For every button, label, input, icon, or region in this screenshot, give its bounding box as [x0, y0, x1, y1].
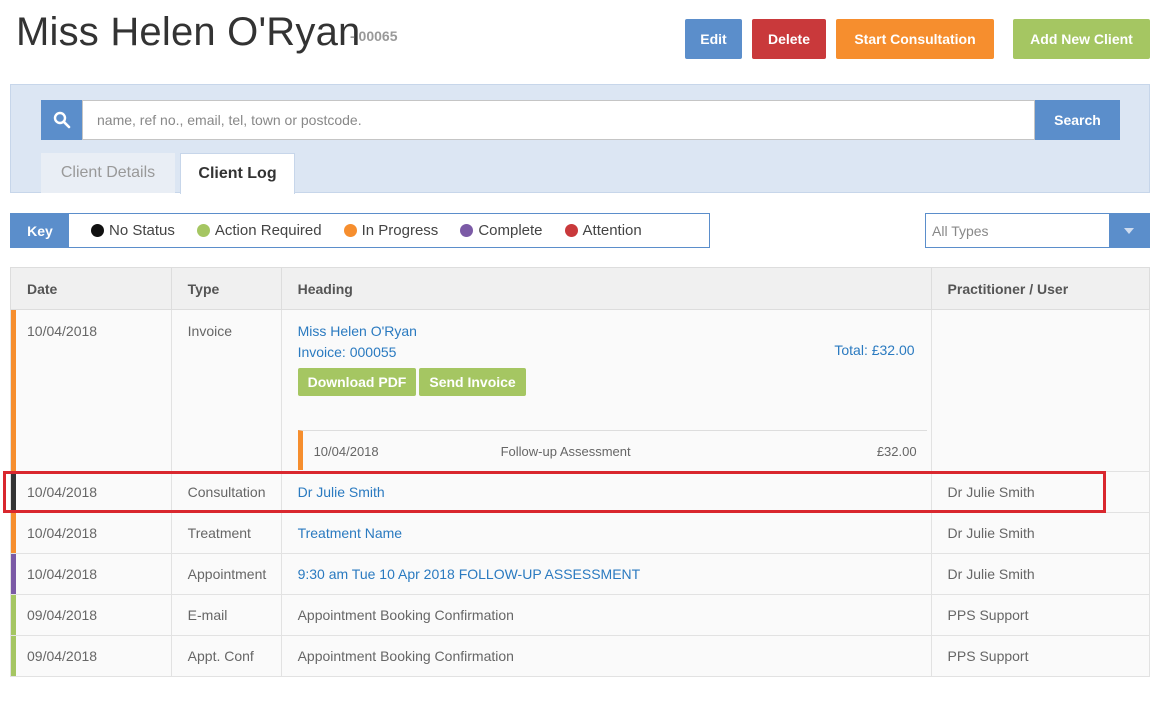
- key-item-attention: Attention: [564, 222, 642, 239]
- heading-link[interactable]: Dr Julie Smith: [298, 484, 385, 500]
- search-input[interactable]: [82, 100, 1035, 140]
- cell-date: 10/04/2018: [10, 471, 172, 513]
- column-header-type[interactable]: Type: [170, 267, 282, 310]
- key-item-label: In Progress: [361, 222, 439, 239]
- table-row[interactable]: 10/04/2018 Appointment 9:30 am Tue 10 Ap…: [10, 553, 1151, 595]
- cell-practitioner: PPS Support: [930, 635, 1151, 677]
- date-text: 10/04/2018: [27, 566, 98, 582]
- heading-link[interactable]: Treatment Name: [298, 525, 403, 541]
- cell-heading: Miss Helen O'Ryan Invoice: 000055 Total:…: [280, 309, 932, 472]
- cell-heading: Appointment Booking Confirmation: [280, 594, 932, 636]
- status-dot-icon: [460, 224, 474, 237]
- search-panel: Search Client Details Client Log: [10, 84, 1150, 194]
- cell-practitioner: Dr Julie Smith: [930, 553, 1151, 595]
- key-item-in-progress: In Progress: [343, 222, 439, 239]
- status-key: Key No Status Action Required In Progres…: [10, 213, 710, 248]
- cell-practitioner: [930, 309, 1151, 472]
- edit-button[interactable]: Edit: [685, 19, 742, 59]
- key-item-no-status: No Status: [91, 222, 175, 239]
- cell-type: Invoice: [170, 309, 282, 472]
- table-header-row: Date Type Heading Practitioner / User: [10, 267, 1151, 310]
- tab-client-log[interactable]: Client Log: [180, 153, 295, 194]
- cell-date: 09/04/2018: [10, 594, 172, 636]
- date-text: 10/04/2018: [27, 484, 98, 500]
- column-header-practitioner[interactable]: Practitioner / User: [930, 267, 1151, 310]
- client-ref-number: - 00065: [350, 28, 398, 44]
- status-bar: [11, 472, 16, 512]
- table-row[interactable]: 09/04/2018 Appt. Conf Appointment Bookin…: [10, 635, 1151, 677]
- send-invoice-button[interactable]: Send Invoice: [419, 368, 526, 396]
- column-header-heading[interactable]: Heading: [280, 267, 932, 310]
- cell-heading: Appointment Booking Confirmation: [280, 635, 932, 677]
- delete-button[interactable]: Delete: [752, 19, 826, 59]
- tab-client-details[interactable]: Client Details: [41, 153, 175, 193]
- key-item-label: Attention: [582, 222, 642, 239]
- key-item-complete: Complete: [460, 222, 543, 239]
- status-dot-icon: [343, 224, 357, 237]
- cell-practitioner: PPS Support: [930, 594, 1151, 636]
- key-item-label: No Status: [109, 222, 175, 239]
- cell-practitioner: Dr Julie Smith: [930, 471, 1151, 513]
- client-log-table: Date Type Heading Practitioner / User 10…: [10, 267, 1151, 677]
- type-filter-select[interactable]: All Types: [925, 213, 1150, 248]
- key-label: Key: [11, 214, 69, 247]
- key-item-action-required: Action Required: [196, 222, 322, 239]
- invoice-total: Total: £32.00: [834, 342, 915, 358]
- download-pdf-button[interactable]: Download PDF: [297, 368, 417, 396]
- column-header-date[interactable]: Date: [10, 267, 172, 310]
- date-text: 10/04/2018: [27, 323, 98, 339]
- invoice-line-item: 10/04/2018 Follow-up Assessment £32.00: [297, 430, 927, 470]
- cell-heading: Treatment Name: [280, 512, 932, 554]
- date-text: 09/04/2018: [27, 607, 98, 623]
- cell-type: E-mail: [170, 594, 282, 636]
- line-amount: £32.00: [876, 444, 917, 459]
- status-bar: [11, 636, 16, 676]
- line-date: 10/04/2018: [313, 444, 379, 459]
- start-consultation-button[interactable]: Start Consultation: [836, 19, 994, 59]
- cell-date: 10/04/2018: [10, 512, 172, 554]
- cell-practitioner: Dr Julie Smith: [930, 512, 1151, 554]
- date-text: 09/04/2018: [27, 648, 98, 664]
- type-filter-value: All Types: [932, 223, 989, 239]
- status-dot-icon: [564, 224, 578, 237]
- cell-date: 09/04/2018: [10, 635, 172, 677]
- status-dot-icon: [91, 224, 104, 237]
- status-bar: [11, 310, 16, 471]
- table-row[interactable]: 10/04/2018 Treatment Treatment Name Dr J…: [10, 512, 1151, 554]
- search-button[interactable]: Search: [1035, 100, 1120, 140]
- add-new-client-button[interactable]: Add New Client: [1013, 19, 1150, 59]
- page-title: Miss Helen O'Ryan: [16, 10, 361, 54]
- heading-link[interactable]: 9:30 am Tue 10 Apr 2018 FOLLOW-UP ASSESS…: [298, 566, 641, 582]
- status-bar: [11, 554, 16, 594]
- table-row[interactable]: 09/04/2018 E-mail Appointment Booking Co…: [10, 594, 1151, 636]
- status-bar: [11, 595, 16, 635]
- cell-type: Treatment: [170, 512, 282, 554]
- cell-type: Appt. Conf: [170, 635, 282, 677]
- cell-type: Appointment: [170, 553, 282, 595]
- table-row-invoice[interactable]: 10/04/2018 Invoice Miss Helen O'Ryan Inv…: [10, 309, 1151, 472]
- search-icon[interactable]: [41, 100, 82, 140]
- line-description: Follow-up Assessment: [500, 444, 631, 459]
- status-dot-icon: [196, 224, 210, 237]
- table-row[interactable]: 10/04/2018 Consultation Dr Julie Smith D…: [10, 471, 1151, 513]
- cell-heading: 9:30 am Tue 10 Apr 2018 FOLLOW-UP ASSESS…: [280, 553, 932, 595]
- key-item-label: Complete: [478, 222, 543, 239]
- cell-date: 10/04/2018: [10, 553, 172, 595]
- cell-type: Consultation: [170, 471, 282, 513]
- status-bar: [11, 513, 16, 553]
- key-item-label: Action Required: [214, 222, 322, 239]
- date-text: 10/04/2018: [27, 525, 98, 541]
- cell-heading: Dr Julie Smith: [280, 471, 932, 513]
- cell-date: 10/04/2018: [10, 309, 172, 472]
- chevron-down-icon[interactable]: [1109, 214, 1149, 247]
- invoice-client-link[interactable]: Miss Helen O'Ryan: [298, 323, 931, 339]
